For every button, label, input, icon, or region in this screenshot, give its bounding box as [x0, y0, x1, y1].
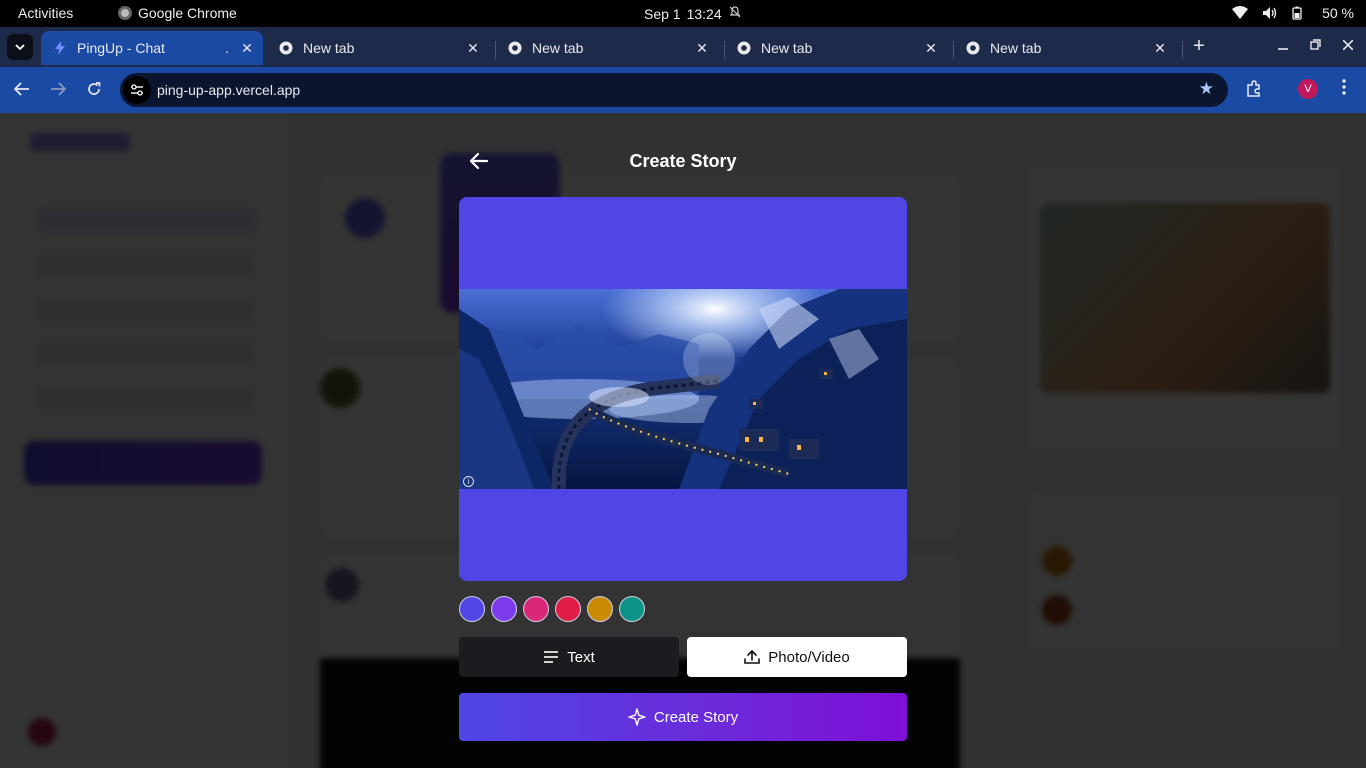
sparkle-icon — [628, 708, 646, 726]
color-swatches — [459, 596, 645, 622]
arrow-left-icon — [13, 82, 29, 96]
minimize-button[interactable] — [1273, 37, 1293, 53]
extensions-button[interactable] — [1244, 80, 1264, 100]
os-top-bar: Activities Google Chrome Sep 1 13:24 50 … — [0, 0, 1366, 27]
photo-video-button[interactable]: Photo/Video — [687, 637, 907, 677]
close-icon[interactable]: ✕ — [694, 40, 710, 57]
minimize-icon — [1278, 48, 1288, 50]
time-label: 13:24 — [686, 5, 722, 22]
tab-title: New tab — [532, 40, 584, 56]
chrome-menu-button[interactable] — [1336, 79, 1352, 101]
close-icon[interactable]: ✕ — [465, 40, 481, 57]
close-icon[interactable]: ✕ — [1152, 40, 1168, 57]
reload-button[interactable] — [83, 79, 105, 101]
profile-avatar[interactable]: V — [1298, 79, 1318, 99]
upload-icon — [744, 650, 761, 664]
tab-title: New tab — [303, 40, 355, 56]
chrome-icon — [508, 41, 522, 55]
story-preview: i — [459, 197, 907, 581]
battery-icon — [1292, 6, 1308, 20]
chrome-icon — [279, 41, 293, 55]
chrome-icon — [966, 41, 980, 55]
wifi-icon — [1232, 6, 1249, 20]
clock[interactable]: Sep 1 13:24 — [644, 5, 742, 22]
address-bar[interactable]: ping-up-app.vercel.app ★ — [120, 73, 1228, 107]
bookmark-star-icon[interactable]: ★ — [1199, 79, 1214, 99]
tab-title: New tab — [990, 40, 1042, 56]
text-lines-icon — [544, 651, 559, 663]
color-swatch-amber[interactable] — [587, 596, 613, 622]
create-story-button[interactable]: Create Story — [459, 693, 907, 741]
tab-title: PingUp - Chat — [77, 40, 165, 56]
tab-audio-dots: . — [225, 40, 229, 56]
text-mode-button[interactable]: Text — [459, 637, 679, 677]
bolt-icon — [53, 41, 67, 55]
app-name: Google Chrome — [138, 5, 237, 21]
tab-strip: PingUp - Chat . ✕ New tab ✕ New tab ✕ Ne… — [0, 27, 1366, 67]
tab-new-3[interactable]: New tab ✕ — [725, 31, 947, 65]
url-text: ping-up-app.vercel.app — [157, 82, 301, 98]
maximize-button[interactable] — [1305, 37, 1325, 53]
tab-search-button[interactable] — [7, 34, 33, 60]
restore-icon — [1309, 39, 1321, 50]
close-icon — [1342, 39, 1354, 51]
date-label: Sep 1 — [644, 5, 681, 22]
modal-title: Create Story — [629, 151, 737, 171]
modal-header: Create Story — [459, 143, 907, 181]
story-image: i — [459, 289, 907, 489]
puzzle-icon — [1247, 80, 1260, 97]
color-swatch-red[interactable] — [555, 596, 581, 622]
tab-pingup[interactable]: PingUp - Chat . ✕ — [41, 31, 263, 65]
tab-new-2[interactable]: New tab ✕ — [496, 31, 718, 65]
app-menu[interactable]: Google Chrome — [118, 5, 237, 21]
close-window-button[interactable] — [1338, 37, 1358, 53]
color-swatch-indigo[interactable] — [459, 596, 485, 622]
back-button[interactable] — [11, 79, 33, 101]
volume-icon — [1262, 6, 1278, 20]
chevron-down-icon — [15, 43, 25, 50]
story-mode-row: Text Photo/Video — [459, 637, 907, 677]
tab-new-1[interactable]: New tab ✕ — [267, 31, 489, 65]
kebab-menu-icon — [1342, 79, 1346, 95]
new-tab-button[interactable]: + — [1188, 36, 1210, 58]
arrow-right-icon — [51, 82, 67, 96]
color-swatch-purple[interactable] — [491, 596, 517, 622]
tune-icon — [131, 84, 143, 96]
photo-video-label: Photo/Video — [768, 648, 850, 666]
browser-toolbar: ping-up-app.vercel.app ★ V — [0, 67, 1366, 113]
notifications-off-icon — [728, 5, 742, 22]
site-info-button[interactable] — [123, 76, 151, 104]
create-story-modal: Create Story i Text Photo/Video Create S… — [459, 143, 907, 741]
winter-train-image — [459, 289, 907, 489]
color-swatch-teal[interactable] — [619, 596, 645, 622]
info-icon[interactable]: i — [463, 476, 474, 487]
close-icon[interactable]: ✕ — [239, 40, 255, 57]
color-swatch-pink[interactable] — [523, 596, 549, 622]
tab-title: New tab — [761, 40, 813, 56]
create-story-label: Create Story — [653, 708, 739, 726]
text-mode-label: Text — [567, 648, 595, 666]
activities-button[interactable]: Activities — [18, 5, 73, 21]
tab-separator — [1182, 41, 1183, 59]
close-icon[interactable]: ✕ — [923, 40, 939, 57]
system-tray[interactable]: 50 % — [1232, 5, 1354, 21]
chrome-icon — [118, 6, 132, 20]
reload-icon — [88, 82, 101, 95]
tab-new-4[interactable]: New tab ✕ — [954, 31, 1176, 65]
chrome-icon — [737, 41, 751, 55]
battery-percent: 50 % — [1322, 5, 1354, 21]
forward-button[interactable] — [47, 79, 69, 101]
